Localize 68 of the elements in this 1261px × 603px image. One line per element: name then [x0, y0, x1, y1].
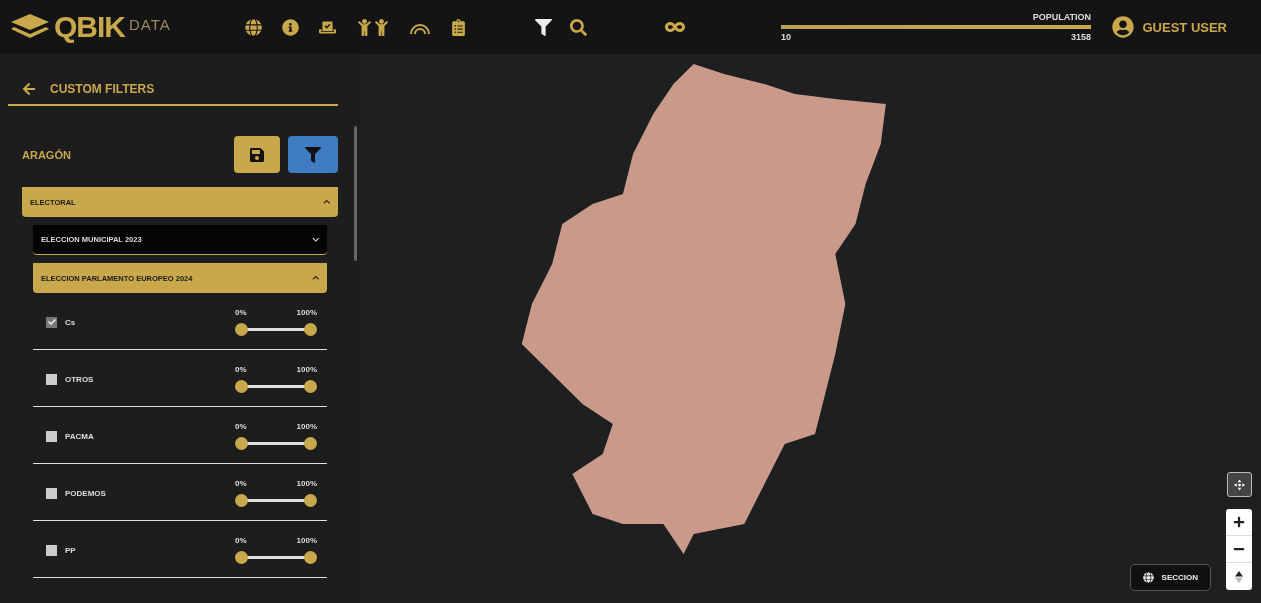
- range-slider[interactable]: [235, 551, 317, 564]
- party-name: Cs: [65, 317, 77, 327]
- slider-thumb[interactable]: [304, 494, 317, 507]
- filter-icon[interactable]: [535, 18, 552, 36]
- user-icon: [1112, 16, 1135, 38]
- party-name: OTROS: [65, 374, 95, 384]
- region-name: ARAGÓN: [22, 148, 72, 161]
- range-max-label: 100%: [295, 308, 317, 317]
- compass-needle-icon: [1235, 570, 1243, 583]
- info-icon[interactable]: [282, 18, 299, 36]
- layer-button[interactable]: SECCION: [1129, 564, 1211, 591]
- range-min-label: 0%: [235, 536, 248, 545]
- population-label: POPULATION: [1032, 12, 1091, 22]
- range-min-label: 0%: [235, 308, 248, 317]
- range-slider[interactable]: [235, 323, 317, 336]
- slider-thumb[interactable]: [304, 551, 317, 564]
- range-slider[interactable]: [235, 494, 317, 507]
- range-max-label: 100%: [295, 536, 317, 545]
- clipboard-icon[interactable]: [450, 18, 467, 36]
- plus-icon: [1233, 516, 1245, 528]
- range-slider[interactable]: [235, 437, 317, 450]
- slider-thumb[interactable]: [235, 323, 248, 336]
- people-icon[interactable]: [356, 18, 390, 36]
- compass-button[interactable]: [1227, 472, 1252, 497]
- checkbox[interactable]: [46, 373, 57, 385]
- range-max-label: 100%: [295, 479, 317, 488]
- population-max: 3158: [1069, 32, 1091, 42]
- slider-thumb[interactable]: [235, 551, 248, 564]
- checkbox[interactable]: [46, 544, 57, 556]
- party-name: PACMA: [65, 431, 95, 441]
- checkbox[interactable]: [46, 316, 57, 328]
- save-icon: [249, 146, 265, 163]
- slider-thumb[interactable]: [235, 437, 248, 450]
- party-name: PODEMOS: [65, 488, 107, 498]
- slider-thumb[interactable]: [235, 494, 248, 507]
- logo-suffix: DATA: [129, 15, 171, 33]
- range-max-label: 100%: [295, 365, 317, 374]
- scrollbar[interactable]: [354, 126, 357, 261]
- range-max-label: 100%: [295, 422, 317, 431]
- save-button[interactable]: [234, 136, 280, 173]
- population-slider[interactable]: [781, 25, 1091, 29]
- filter-button[interactable]: [288, 136, 338, 173]
- globe-icon: [1142, 572, 1154, 583]
- range-min-label: 0%: [235, 365, 248, 374]
- map[interactable]: SECCION: [360, 54, 1261, 603]
- range-min-label: 0%: [235, 479, 248, 488]
- globe-icon[interactable]: [245, 18, 262, 36]
- search-icon[interactable]: [570, 18, 587, 36]
- slider-thumb[interactable]: [304, 323, 317, 336]
- logo-text: QBIK: [54, 10, 125, 44]
- population-min: 10: [781, 32, 792, 42]
- slider-thumb[interactable]: [235, 380, 248, 393]
- checkbox[interactable]: [46, 430, 57, 442]
- party-name: PP: [65, 545, 77, 555]
- logo-icon: [10, 13, 50, 41]
- slider-thumb[interactable]: [304, 437, 317, 450]
- user-button[interactable]: GUEST USER: [1106, 15, 1233, 39]
- range-slider[interactable]: [235, 380, 317, 393]
- chevron-up-icon: [322, 198, 330, 206]
- back-button[interactable]: [22, 82, 36, 96]
- slider-thumb[interactable]: [304, 380, 317, 393]
- chevron-down-icon: [311, 235, 319, 244]
- chevron-up-icon: [311, 274, 319, 282]
- filter-icon: [305, 146, 321, 163]
- move-icon: [1234, 478, 1245, 491]
- panel-title: CUSTOM FILTERS: [50, 82, 155, 96]
- range-min-label: 0%: [235, 422, 248, 431]
- checkbox[interactable]: [46, 487, 57, 499]
